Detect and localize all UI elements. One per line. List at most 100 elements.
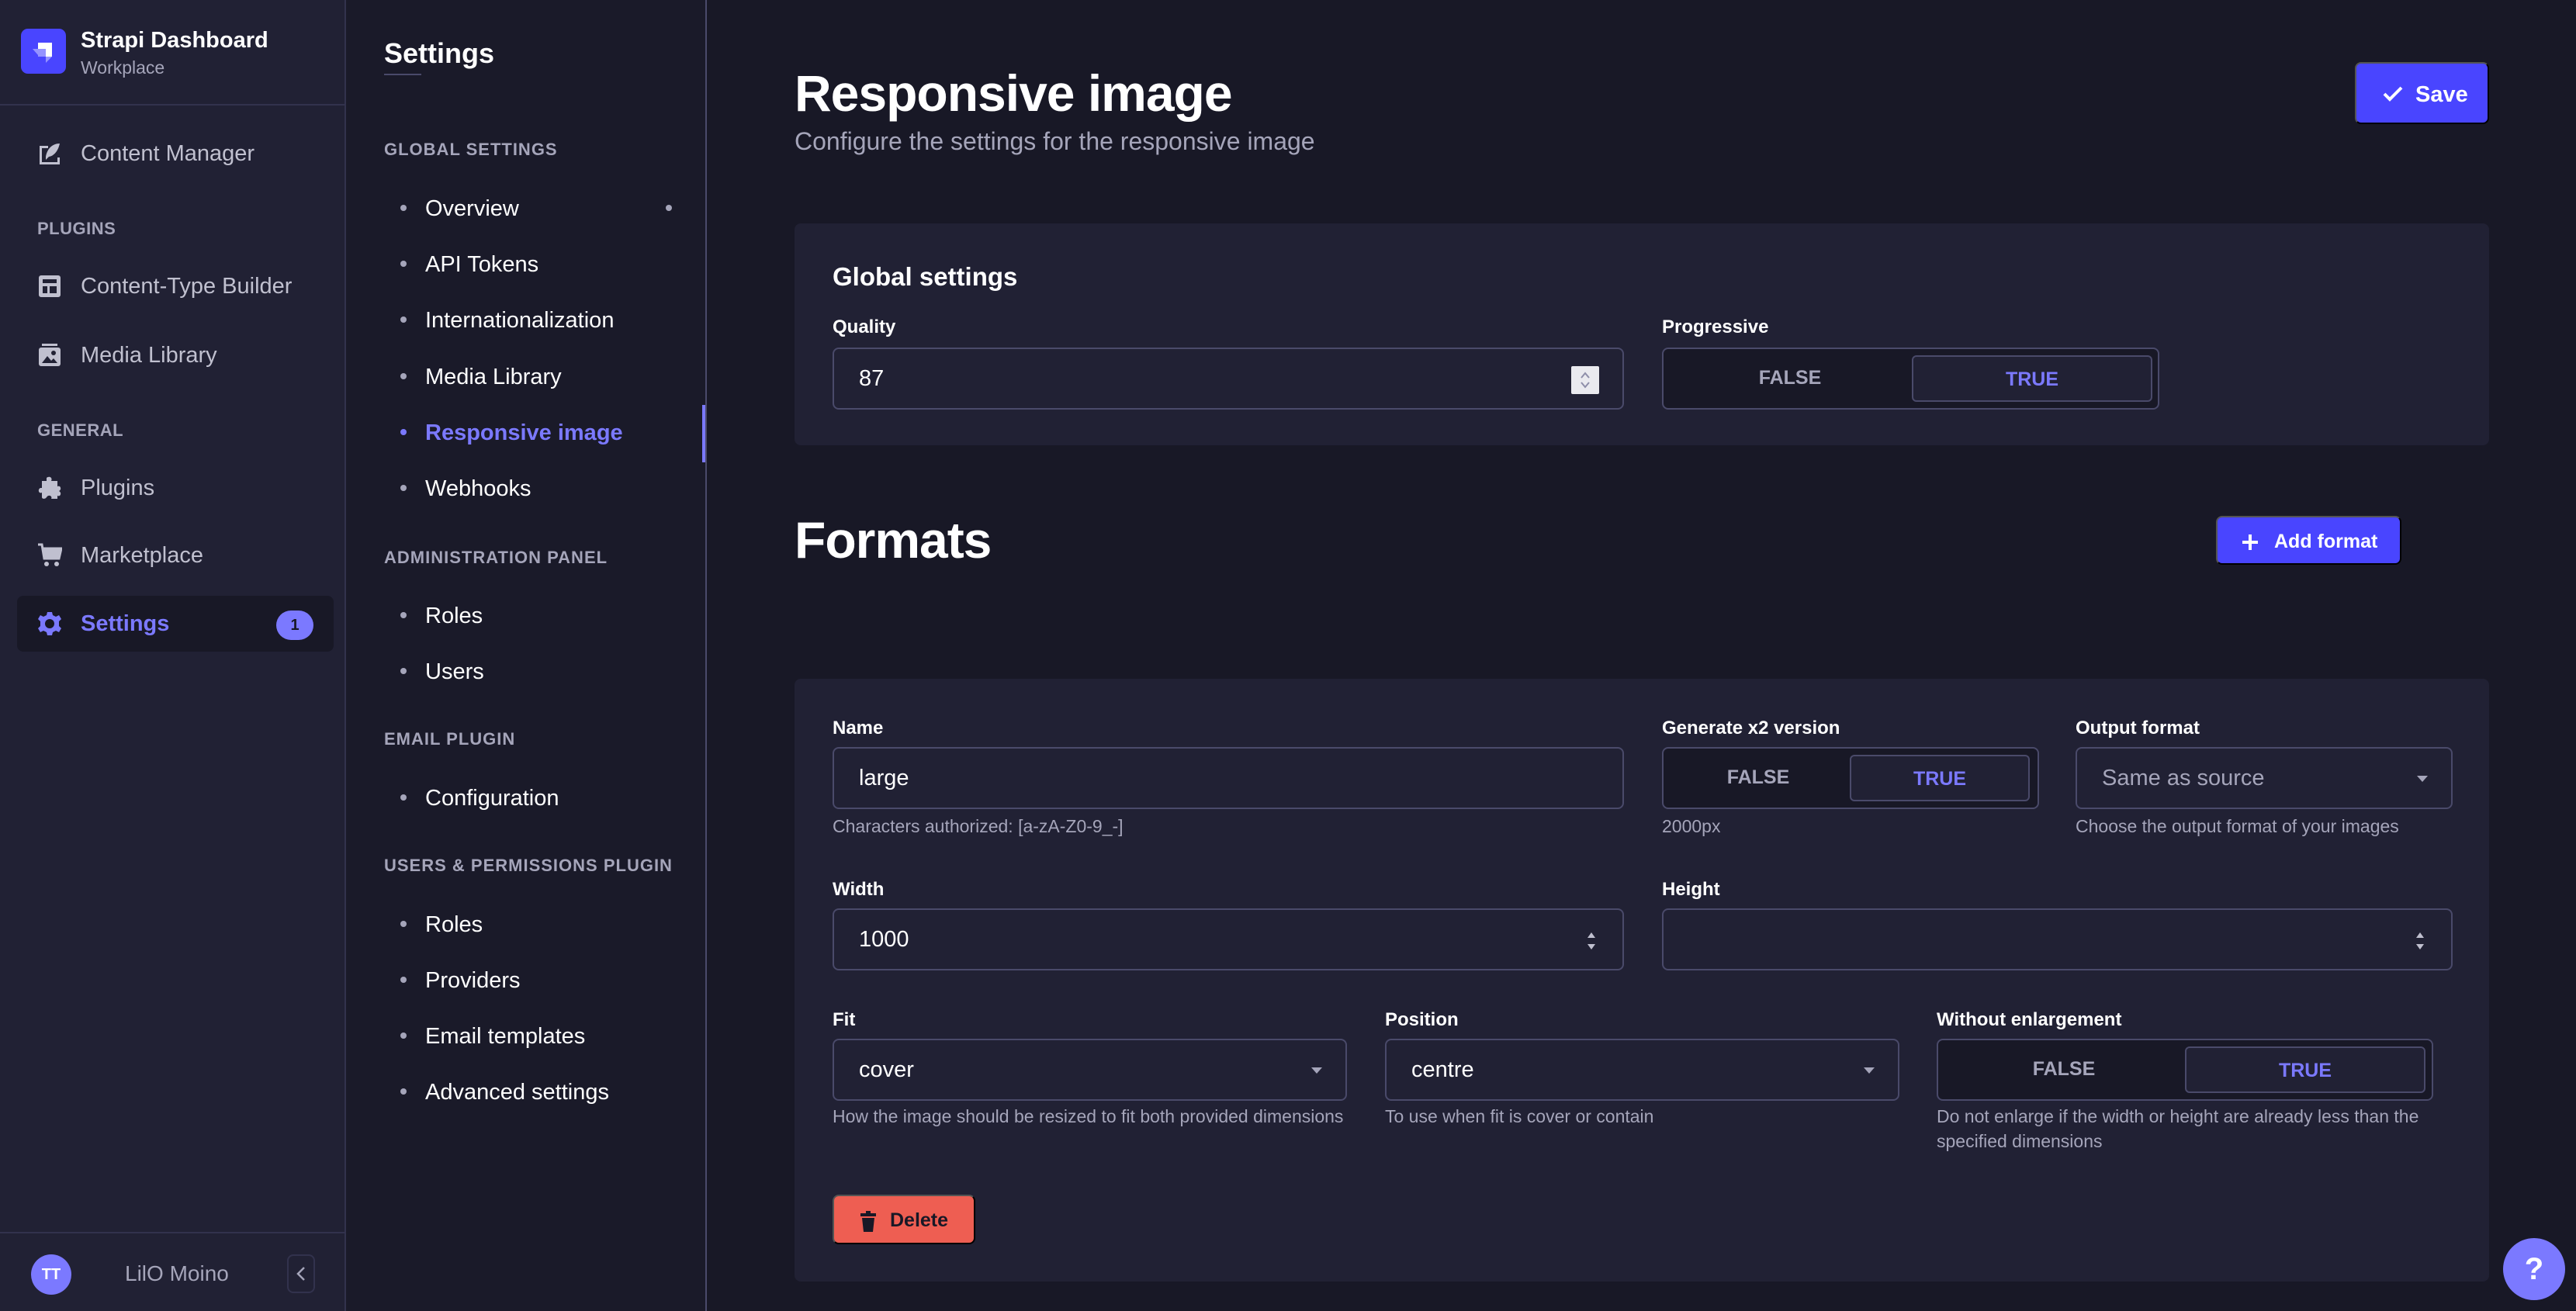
quality-input[interactable]: 87 (833, 348, 1624, 410)
output-format-select[interactable]: Same as source (2076, 747, 2453, 809)
x2-toggle: FALSE TRUE (1662, 747, 2039, 809)
subnav-label: Roles (425, 604, 483, 628)
delete-label: Delete (890, 1209, 949, 1231)
subnav-label: Internationalization (425, 308, 615, 333)
active-indicator (702, 405, 705, 462)
nav-item-plugins[interactable]: Plugins (17, 460, 334, 516)
add-format-button[interactable]: Add format (2216, 516, 2401, 565)
avatar[interactable]: TT (31, 1254, 71, 1295)
subnav-section-users-permissions: USERS & PERMISSIONS PLUGIN (384, 856, 673, 875)
subnav-title: Settings (384, 37, 495, 69)
subnav-label: Providers (425, 968, 521, 993)
bullet-icon (400, 977, 407, 983)
subnav-item-up-roles[interactable]: Roles (396, 903, 698, 946)
nav-label: Media Library (81, 343, 217, 368)
subnav-item-admin-roles[interactable]: Roles (396, 594, 698, 638)
subnav-item-api-tokens[interactable]: API Tokens (396, 243, 698, 286)
stepper-arrows-icon (1581, 372, 1590, 389)
nav-item-content-manager[interactable]: Content Manager (17, 126, 334, 182)
bullet-icon (400, 612, 407, 618)
subnav-item-responsive-image[interactable]: Responsive image (396, 411, 698, 455)
subnav-label: Overview (425, 196, 519, 221)
user-name[interactable]: LilO Moino (125, 1261, 229, 1286)
nav-label: Content Manager (81, 141, 255, 166)
layout-icon (37, 274, 62, 299)
brand-subtitle: Workplace (81, 57, 165, 78)
height-stepper[interactable] (2412, 929, 2428, 953)
quality-stepper[interactable] (1571, 366, 1599, 394)
nav-item-settings[interactable]: Settings 1 (17, 596, 334, 652)
name-input[interactable]: large (833, 747, 1624, 809)
check-icon (2383, 86, 2403, 102)
subnav-item-overview[interactable]: Overview (396, 187, 698, 230)
help-button[interactable]: ? (2503, 1238, 2565, 1300)
subnav-label: Webhooks (425, 476, 531, 501)
progressive-toggle: FALSE TRUE (1662, 348, 2159, 410)
trash-icon (860, 1211, 876, 1232)
width-value: 1000 (859, 927, 909, 952)
bullet-icon (400, 429, 407, 435)
subnav-label: Responsive image (425, 420, 623, 445)
position-select[interactable]: centre (1385, 1039, 1899, 1101)
bullet-icon (400, 794, 407, 801)
stepper-arrows-icon (1587, 932, 1595, 950)
puzzle-icon (37, 476, 62, 500)
x2-true-option[interactable]: TRUE (1850, 755, 2030, 801)
nav-label: Plugins (81, 476, 155, 500)
output-format-value: Same as source (2102, 766, 2265, 790)
subnav-item-media-library[interactable]: Media Library (396, 355, 698, 399)
save-button[interactable]: Save (2355, 62, 2489, 124)
width-stepper[interactable] (1584, 929, 1599, 953)
bullet-icon (400, 921, 407, 927)
bullet-icon (400, 668, 407, 674)
gear-icon (37, 611, 62, 636)
fit-value: cover (859, 1057, 914, 1082)
position-label: Position (1385, 1009, 1459, 1030)
global-settings-card: Global settings Quality 87 Progressive F… (795, 223, 2489, 445)
subnav-label: Roles (425, 912, 483, 937)
bullet-icon (400, 261, 407, 267)
bullet-icon (400, 485, 407, 491)
app-root: Strapi Dashboard Workplace Content Manag… (0, 0, 2576, 1311)
subnav-section-administration-panel: ADMINISTRATION PANEL (384, 548, 608, 567)
main-nav: Strapi Dashboard Workplace Content Manag… (0, 0, 346, 1311)
subnav-label: Users (425, 659, 484, 684)
progressive-false-option[interactable]: FALSE (1670, 355, 1910, 402)
nav-label: Marketplace (81, 543, 203, 568)
fit-label: Fit (833, 1009, 856, 1030)
fit-select[interactable]: cover (833, 1039, 1347, 1101)
subnav-item-admin-users[interactable]: Users (396, 650, 698, 694)
page-title: Responsive image (795, 64, 1233, 122)
nav-label: Settings (81, 611, 170, 636)
collapse-nav-button[interactable] (287, 1254, 315, 1293)
subnav-item-webhooks[interactable]: Webhooks (396, 467, 698, 510)
enlarge-false-option[interactable]: FALSE (1944, 1046, 2183, 1093)
subnav-item-email-configuration[interactable]: Configuration (396, 777, 698, 820)
nav-item-media-library[interactable]: Media Library (17, 327, 334, 383)
position-value: centre (1411, 1057, 1474, 1082)
x2-false-option[interactable]: FALSE (1670, 755, 1847, 801)
settings-subnav: Settings GLOBAL SETTINGS Overview API To… (346, 0, 707, 1311)
width-label: Width (833, 879, 885, 900)
nav-item-marketplace[interactable]: Marketplace (17, 528, 334, 583)
x2-hint: 2000px (1662, 816, 1721, 836)
chevron-left-icon (296, 1267, 305, 1281)
without-enlargement-hint: Do not enlarge if the width or height ar… (1937, 1106, 2419, 1151)
feather-icon (37, 141, 62, 166)
enlarge-true-option[interactable]: TRUE (2185, 1046, 2425, 1093)
subnav-item-up-providers[interactable]: Providers (396, 959, 698, 1002)
add-format-label: Add format (2274, 531, 2378, 552)
subnav-label: Advanced settings (425, 1080, 609, 1105)
nav-item-content-type-builder[interactable]: Content-Type Builder (17, 258, 334, 314)
bullet-icon (400, 1088, 407, 1095)
progressive-true-option[interactable]: TRUE (1912, 355, 2152, 402)
delete-format-button[interactable]: Delete (833, 1195, 975, 1244)
bullet-icon (400, 373, 407, 379)
subnav-label: Email templates (425, 1024, 586, 1049)
width-input[interactable]: 1000 (833, 908, 1624, 970)
height-input[interactable] (1662, 908, 2453, 970)
subnav-item-internationalization[interactable]: Internationalization (396, 299, 698, 342)
subnav-item-up-email-templates[interactable]: Email templates (396, 1015, 698, 1058)
subnav-label: API Tokens (425, 252, 539, 277)
subnav-item-up-advanced-settings[interactable]: Advanced settings (396, 1071, 698, 1114)
